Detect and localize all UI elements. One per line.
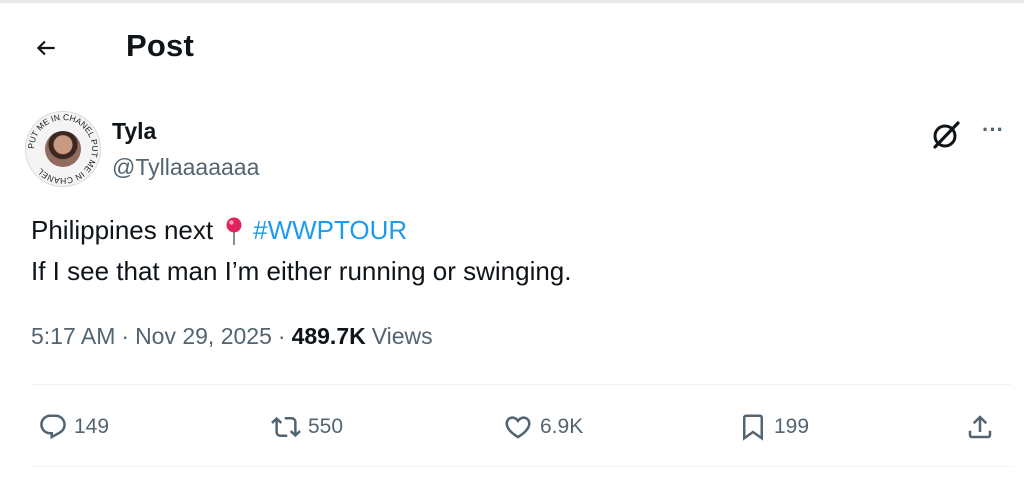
tweet-line-1: Philippines next #WWPTOUR — [31, 210, 572, 251]
round-pushpin-icon — [226, 217, 242, 245]
tweet-meta: 5:17 AM · Nov 29, 2025 · 489.7K Views — [31, 323, 433, 350]
grok-button[interactable] — [929, 118, 963, 152]
tweet-line-2: If I see that man I’m either running or … — [31, 256, 572, 286]
post-header: Post — [0, 18, 1024, 78]
like-count: 6.9K — [540, 415, 584, 438]
reply-icon — [40, 414, 66, 440]
tweet-time[interactable]: 5:17 AM — [31, 323, 115, 350]
bookmark-count: 199 — [774, 415, 810, 438]
repost-icon — [271, 416, 301, 438]
meta-separator: · — [121, 323, 130, 349]
arrow-left-icon — [36, 40, 55, 56]
tweet-text: Philippines next #WWPTOUR If I see that … — [31, 210, 572, 292]
tweet-line-1-text: Philippines next — [31, 215, 214, 245]
tweet-date[interactable]: Nov 29, 2025 — [135, 323, 272, 350]
reply-button[interactable]: 149 — [38, 408, 109, 446]
like-button[interactable]: 6.9K — [502, 408, 583, 446]
reply-count: 149 — [74, 415, 110, 438]
more-button[interactable]: ··· — [980, 119, 1006, 144]
repost-button[interactable]: 550 — [270, 408, 343, 446]
author-handle[interactable]: @Tyllaaaaaaa — [112, 154, 259, 181]
bookmark-button[interactable]: 199 — [738, 408, 809, 446]
back-button[interactable] — [28, 30, 64, 66]
repost-count: 550 — [308, 415, 344, 438]
share-button[interactable] — [965, 408, 995, 446]
top-border — [0, 0, 1024, 3]
hashtag-link[interactable]: #WWPTOUR — [253, 210, 407, 251]
grok-icon — [933, 121, 960, 149]
views-count: 489.7K — [291, 323, 366, 349]
page-title: Post — [126, 28, 194, 63]
divider — [31, 466, 1011, 467]
heart-icon — [505, 416, 531, 439]
avatar-photo — [45, 131, 81, 167]
divider — [31, 384, 1011, 385]
avatar[interactable]: PUT ME IN CHANEL PUT ME IN CHANEL — [25, 111, 101, 187]
share-icon — [968, 415, 992, 439]
views-label: Views — [371, 323, 433, 349]
meta-separator: · — [277, 323, 286, 349]
author-display-name[interactable]: Tyla — [112, 118, 156, 145]
bookmark-icon — [743, 414, 763, 441]
more-icon: ··· — [982, 117, 1004, 142]
